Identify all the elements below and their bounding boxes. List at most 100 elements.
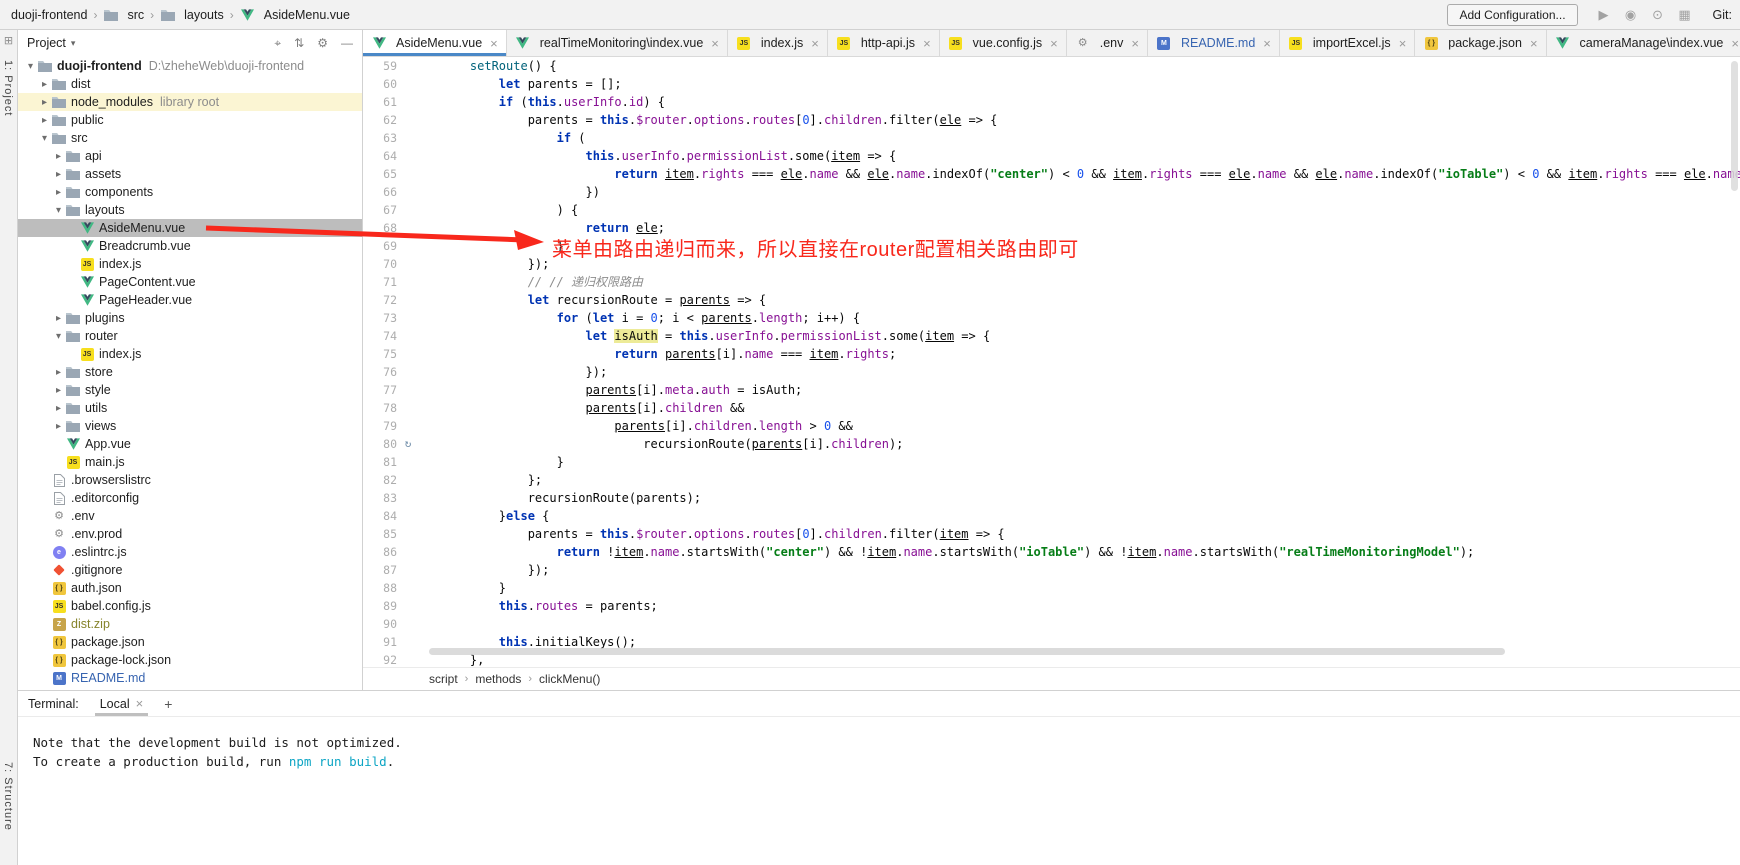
terminal-output[interactable]: Note that the development build is not o… xyxy=(18,717,1740,865)
tree-item-.gitignore[interactable]: .gitignore xyxy=(18,561,362,579)
tab-realTimeMonitoring-index.vue[interactable]: realTimeMonitoring\index.vue× xyxy=(507,30,728,56)
folder-icon xyxy=(65,185,81,199)
tree-item-PageContent.vue[interactable]: PageContent.vue xyxy=(18,273,362,291)
chevron-right-icon[interactable]: ▸ xyxy=(52,313,65,324)
add-configuration-button[interactable]: Add Configuration... xyxy=(1447,4,1577,26)
tab-vue.config.js[interactable]: JSvue.config.js× xyxy=(940,30,1067,56)
tree-item-App.vue[interactable]: App.vue xyxy=(18,435,362,453)
tree-item-api[interactable]: ▸api xyxy=(18,147,362,165)
editor-breadcrumb-item-clickMenu-[interactable]: clickMenu() xyxy=(539,672,600,686)
tree-item-auth.json[interactable]: { }auth.json xyxy=(18,579,362,597)
breadcrumb-item-AsideMenu.vue[interactable]: AsideMenu.vue xyxy=(237,7,353,23)
breadcrumb-item-src[interactable]: src xyxy=(100,7,147,23)
chevron-right-icon[interactable]: ▸ xyxy=(38,79,51,90)
tree-item-layouts[interactable]: ▾layouts xyxy=(18,201,362,219)
tree-item-.env[interactable]: ⚙.env xyxy=(18,507,362,525)
editor-breadcrumb-item-methods[interactable]: methods xyxy=(475,672,521,686)
tree-item-public[interactable]: ▸public xyxy=(18,111,362,129)
tab-index.js[interactable]: JSindex.js× xyxy=(728,30,828,56)
tree-item-Breadcrumb.vue[interactable]: Breadcrumb.vue xyxy=(18,237,362,255)
tree-item-plugins[interactable]: ▸plugins xyxy=(18,309,362,327)
tree-item-.browserslistrc[interactable]: .browserslistrc xyxy=(18,471,362,489)
chevron-right-icon[interactable]: ▸ xyxy=(52,151,65,162)
close-icon[interactable]: × xyxy=(1263,36,1271,51)
tab-AsideMenu.vue[interactable]: AsideMenu.vue× xyxy=(363,30,507,56)
new-terminal-button[interactable]: + xyxy=(154,696,182,712)
project-view-selector[interactable]: Project ▾ xyxy=(27,36,75,50)
hide-panel-icon[interactable]: — xyxy=(341,36,353,51)
settings-gear-icon[interactable]: ⚙ xyxy=(317,36,328,51)
chevron-right-icon[interactable]: ▸ xyxy=(38,97,51,108)
close-icon[interactable]: × xyxy=(923,36,931,51)
debug-icon[interactable]: ◉ xyxy=(1622,7,1640,23)
chevron-down-icon[interactable]: ▾ xyxy=(52,331,65,342)
chevron-down-icon[interactable]: ▾ xyxy=(24,61,37,72)
close-icon[interactable]: × xyxy=(811,36,819,51)
tree-item-duoji-frontend[interactable]: ▾duoji-frontendD:\zheheWeb\duoji-fronten… xyxy=(18,57,362,75)
project-toolwindow-button[interactable]: 1: Project xyxy=(2,60,14,116)
close-icon[interactable]: × xyxy=(1731,36,1739,51)
code-area[interactable]: 59 setRoute() {60 let parents = [];61 if… xyxy=(363,57,1740,667)
tree-item-package.json[interactable]: { }package.json xyxy=(18,633,362,651)
tree-item-node_modules[interactable]: ▸node_moduleslibrary root xyxy=(18,93,362,111)
tree-item-dist.zip[interactable]: Zdist.zip xyxy=(18,615,362,633)
close-icon[interactable]: × xyxy=(711,36,719,51)
tree-item-AsideMenu.vue[interactable]: AsideMenu.vue xyxy=(18,219,362,237)
tree-item-views[interactable]: ▸views xyxy=(18,417,362,435)
close-icon[interactable]: × xyxy=(1530,36,1538,51)
tree-item-style[interactable]: ▸style xyxy=(18,381,362,399)
tool-window-grid-icon[interactable]: ⊞ xyxy=(0,34,17,47)
chevron-right-icon[interactable]: ▸ xyxy=(52,367,65,378)
chevron-right-icon[interactable]: ▸ xyxy=(52,403,65,414)
tab-.env[interactable]: ⚙.env× xyxy=(1067,30,1148,56)
run-icon[interactable]: ▶ xyxy=(1595,7,1613,23)
tree-item-index.js[interactable]: JSindex.js xyxy=(18,255,362,273)
tree-item-components[interactable]: ▸components xyxy=(18,183,362,201)
editor-breadcrumb-item-script[interactable]: script xyxy=(429,672,458,686)
chevron-right-icon[interactable]: ▸ xyxy=(38,115,51,126)
chevron-right-icon[interactable]: ▸ xyxy=(52,385,65,396)
close-icon[interactable]: × xyxy=(1131,36,1139,51)
git-label[interactable]: Git: xyxy=(1713,8,1732,22)
tab-package.json[interactable]: { }package.json× xyxy=(1415,30,1546,56)
chevron-right-icon[interactable]: ▸ xyxy=(52,421,65,432)
expand-collapse-icon[interactable]: ⇅ xyxy=(294,36,304,51)
tree-item-assets[interactable]: ▸assets xyxy=(18,165,362,183)
tree-item-index.js[interactable]: JSindex.js xyxy=(18,345,362,363)
tree-item-PageHeader.vue[interactable]: PageHeader.vue xyxy=(18,291,362,309)
tree-item-dist[interactable]: ▸dist xyxy=(18,75,362,93)
tree-item-router[interactable]: ▾router xyxy=(18,327,362,345)
tree-item-main.js[interactable]: JSmain.js xyxy=(18,453,362,471)
tab-cameraManage-index.vue[interactable]: cameraManage\index.vue× xyxy=(1547,30,1740,56)
close-icon[interactable]: × xyxy=(1399,36,1407,51)
coverage-icon[interactable]: ⊙ xyxy=(1649,7,1667,23)
close-icon[interactable]: × xyxy=(1050,36,1058,51)
chevron-right-icon[interactable]: ▸ xyxy=(52,169,65,180)
tree-item-package-lock.json[interactable]: { }package-lock.json xyxy=(18,651,362,669)
tree-item-.env.prod[interactable]: ⚙.env.prod xyxy=(18,525,362,543)
tab-importExcel.js[interactable]: JSimportExcel.js× xyxy=(1280,30,1415,56)
grid-icon[interactable]: ▦ xyxy=(1676,7,1694,23)
horizontal-scrollbar[interactable] xyxy=(429,648,1505,655)
breadcrumb-item-layouts[interactable]: layouts xyxy=(157,7,227,23)
line-number: 59 xyxy=(363,57,397,75)
close-icon[interactable]: × xyxy=(136,696,144,711)
structure-toolwindow-button[interactable]: 7: Structure xyxy=(2,762,14,831)
tree-item-.eslintrc.js[interactable]: e.eslintrc.js xyxy=(18,543,362,561)
tree-item-.editorconfig[interactable]: .editorconfig xyxy=(18,489,362,507)
chevron-right-icon[interactable]: ▸ xyxy=(52,187,65,198)
breadcrumb-item-duoji-frontend[interactable]: duoji-frontend xyxy=(8,7,90,23)
tab-README.md[interactable]: MREADME.md× xyxy=(1148,30,1280,56)
tree-item-README.md[interactable]: MREADME.md xyxy=(18,669,362,687)
tree-item-store[interactable]: ▸store xyxy=(18,363,362,381)
terminal-tab-local[interactable]: Local × xyxy=(91,691,152,716)
chevron-down-icon[interactable]: ▾ xyxy=(38,133,51,144)
tab-http-api.js[interactable]: JShttp-api.js× xyxy=(828,30,940,56)
tree-item-src[interactable]: ▾src xyxy=(18,129,362,147)
chevron-down-icon[interactable]: ▾ xyxy=(52,205,65,216)
close-icon[interactable]: × xyxy=(490,36,498,51)
tree-item-utils[interactable]: ▸utils xyxy=(18,399,362,417)
vertical-scrollbar[interactable] xyxy=(1731,61,1738,191)
locate-file-icon[interactable]: ⌖ xyxy=(274,36,281,51)
tree-item-babel.config.js[interactable]: JSbabel.config.js xyxy=(18,597,362,615)
